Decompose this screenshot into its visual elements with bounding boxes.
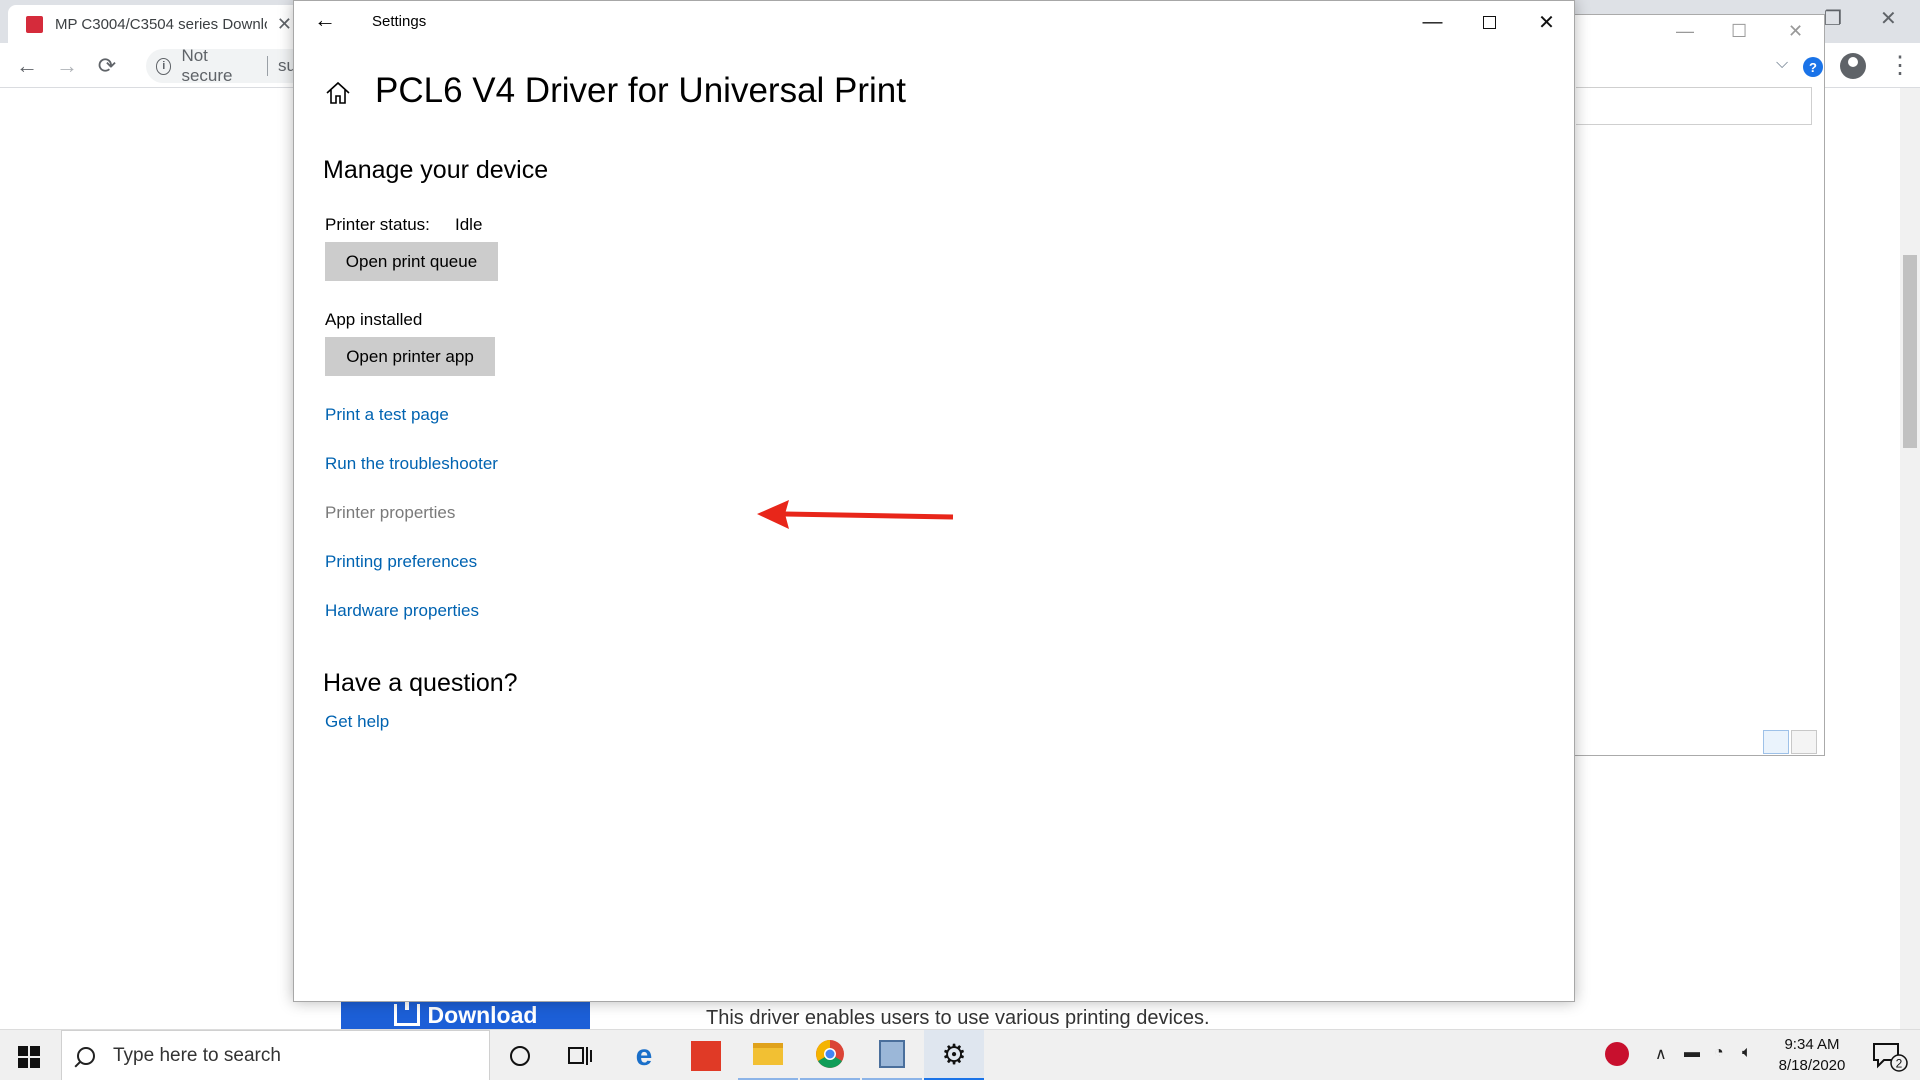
tab-close-icon[interactable]: ✕ [277,14,292,35]
address-bar[interactable]: i Not secure su [146,46,296,85]
download-button[interactable]: Download [341,994,590,1030]
office-app-icon[interactable] [676,1030,736,1080]
print-management-icon[interactable] [862,1030,922,1080]
app-installed-label: App installed [325,310,423,329]
download-icon [393,994,420,1026]
file-explorer-icon[interactable] [738,1030,798,1080]
bg-window-field[interactable] [1576,87,1812,125]
edge-icon[interactable]: e [614,1030,674,1080]
background-window: — ☐ ✕ ⌵ ? [1565,14,1825,756]
taskbar: Type here to search e ⚙ ∧ ▬ ◔ 🔈︎ 9:34 AM… [0,1029,1920,1080]
notification-count: 2 [1896,1057,1903,1071]
bg-window-chevron-down-icon[interactable]: ⌵ [1776,55,1788,73]
browser-close-icon[interactable]: ✕ [1880,6,1897,31]
open-printer-app-button[interactable]: Open printer app [325,337,495,376]
question-heading: Have a question? [323,669,518,697]
antivirus-tray-icon[interactable] [1605,1042,1629,1066]
printing-preferences-link[interactable]: Printing preferences [325,552,477,572]
bg-window-minimize-icon[interactable]: — [1676,21,1694,42]
search-placeholder: Type here to search [113,1044,281,1066]
hardware-properties-link[interactable]: Hardware properties [325,601,479,621]
bg-window-close-icon[interactable]: ✕ [1788,21,1803,42]
windows-start-icon[interactable] [18,1046,40,1068]
clock-time: 9:34 AM [1784,1036,1840,1053]
annotation-arrow-icon [757,500,954,529]
settings-window-title: Settings [372,13,427,30]
printer-status-label: Printer status: [325,215,430,234]
clock-date: 8/18/2020 [1778,1057,1846,1074]
notification-center-icon[interactable]: 2 [1868,1040,1908,1072]
open-print-queue-button[interactable]: Open print queue [325,242,498,281]
home-icon[interactable] [325,80,351,106]
manage-device-heading: Manage your device [323,156,549,184]
battery-icon[interactable]: ▬ [1684,1044,1700,1062]
close-icon[interactable]: ✕ [1518,1,1575,43]
profile-avatar-icon[interactable] [1840,53,1866,79]
site-favicon-icon [26,15,43,33]
printer-properties-link[interactable]: Printer properties [325,503,455,523]
back-arrow-icon[interactable]: ← [12,51,42,81]
preview-view-icon[interactable] [1791,730,1817,754]
settings-back-icon[interactable]: ← [314,7,336,33]
address-separator [267,56,269,76]
chrome-icon[interactable] [800,1030,860,1080]
browser-restore-icon[interactable]: ❐ [1824,6,1842,31]
printer-status-value: Idle [455,215,483,234]
task-view-icon[interactable] [550,1030,610,1080]
search-icon [77,1046,95,1065]
clock[interactable]: 9:34 AM 8/18/2020 [1760,1034,1864,1076]
security-label: Not secure [181,46,233,85]
driver-description: This driver enables users to use various… [706,1007,1210,1029]
details-view-icon[interactable] [1763,730,1789,754]
bg-window-maximize-icon[interactable]: ☐ [1731,21,1747,42]
maximize-icon[interactable] [1461,1,1518,43]
get-help-link[interactable]: Get help [325,712,389,732]
page-scrollbar-thumb[interactable] [1903,255,1917,448]
settings-window: ← Settings — ✕ PCL6 V4 Driver for Univer… [293,0,1575,1002]
wifi-icon[interactable]: ◔ [1714,1044,1724,1062]
page-title: PCL6 V4 Driver for Universal Print [375,71,906,110]
page-scrollbar[interactable] [1900,88,1920,1029]
cortana-icon[interactable] [490,1030,550,1080]
minimize-icon[interactable]: — [1404,1,1461,43]
download-label: Download [427,1001,538,1028]
print-test-page-link[interactable]: Print a test page [325,405,449,425]
run-troubleshooter-link[interactable]: Run the troubleshooter [325,454,498,474]
settings-title-bar: ← Settings — ✕ [294,1,1574,43]
browser-tab[interactable]: MP C3004/C3504 series Download ✕ [8,5,304,43]
info-icon[interactable]: i [156,57,172,75]
help-icon[interactable]: ? [1803,57,1823,77]
settings-gear-icon[interactable]: ⚙ [924,1030,984,1080]
volume-icon[interactable]: 🔈︎ [1742,1044,1752,1062]
taskbar-search[interactable]: Type here to search [61,1030,490,1080]
forward-arrow-icon[interactable]: → [52,51,82,81]
reload-icon[interactable]: ⟳ [92,51,122,81]
tray-chevron-up-icon[interactable]: ∧ [1655,1044,1667,1064]
browser-menu-icon[interactable]: ⋮ [1888,51,1912,80]
tab-title: MP C3004/C3504 series Download [55,15,267,33]
